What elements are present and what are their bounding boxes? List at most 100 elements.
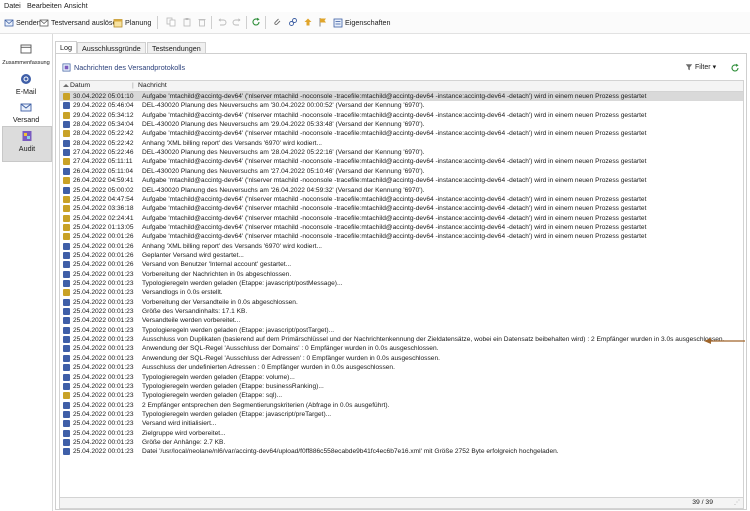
row-date: 28.04.2022 05:22:42 (73, 139, 134, 147)
table-row[interactable]: 29.04.2022 05:46:04 DEL-430020 Planung de… (60, 101, 743, 110)
table-row[interactable]: 25.04.2022 00:01:26 Aufgabe 'mtachild@acc… (60, 232, 743, 241)
info-icon (63, 336, 70, 344)
row-date: 25.04.2022 00:01:26 (73, 242, 134, 250)
table-row[interactable]: 27.04.2022 05:22:46 DEL-430020 Planung de… (60, 148, 743, 157)
row-message: DEL-430020 Planung des Neuversuchs am '2… (142, 149, 425, 157)
row-message: Größe der Anhänge: 2.7 KB. (142, 438, 226, 446)
column-date[interactable]: Datum (70, 82, 90, 89)
redo-icon[interactable] (232, 17, 242, 27)
table-row[interactable]: 25.04.2022 00:01:23 Vorbereitung der Nach… (60, 270, 743, 279)
table-row[interactable]: 25.04.2022 00:01:23 Typologieregeln werde… (60, 410, 743, 419)
attachment-icon[interactable] (272, 17, 282, 27)
info-icon (63, 364, 70, 372)
table-row[interactable]: 25.04.2022 03:36:18 Aufgabe 'mtachild@acc… (60, 204, 743, 213)
table-row[interactable]: 25.04.2022 00:01:23 Zielgruppe wird vorbe… (60, 429, 743, 438)
table-row[interactable]: 28.04.2022 05:22:42 Aufgabe 'mtachild@acc… (60, 129, 743, 138)
link-icon[interactable] (288, 17, 298, 27)
row-message: Aufgabe 'mtachild@accintg-dev64' ('nlser… (142, 233, 647, 241)
log-table: Datum | Nachricht 30.04.2022 05:01:10 Auf… (59, 80, 744, 509)
table-row[interactable]: 25.04.2022 00:01:23 Typologieregeln werde… (60, 279, 743, 288)
filter-button[interactable]: Filter ▾ (685, 63, 716, 71)
info-icon (63, 448, 70, 456)
undo-icon[interactable] (217, 17, 227, 27)
table-row[interactable]: 27.04.2022 05:11:11 Aufgabe 'mtachild@acc… (60, 157, 743, 166)
copy-icon[interactable] (166, 17, 176, 27)
send-button[interactable]: Senden (4, 16, 41, 29)
table-row[interactable]: 25.04.2022 00:01:23 2 Empfänger entsprech… (60, 401, 743, 410)
table-row[interactable]: 25.04.2022 00:01:23 Anwendung der SQL-Reg… (60, 344, 743, 353)
row-counter: 39 / 39 (692, 499, 713, 506)
table-row[interactable]: 25.04.2022 00:01:23 Ausschluss von Duplik… (60, 335, 743, 344)
row-message: Versandteile werden vorbereitet... (142, 317, 241, 325)
table-row[interactable]: 25.04.2022 00:01:23 Ausschluss der undefi… (60, 363, 743, 372)
column-divider: | (132, 82, 134, 89)
status-bar: 39 / 39 ⋰ (60, 497, 743, 508)
table-row[interactable]: 25.04.2022 00:01:23 Typologieregeln werde… (60, 382, 743, 391)
row-message: Vorbereitung der Nachrichten in 0s abges… (142, 270, 292, 278)
row-date: 29.04.2022 05:34:12 (73, 111, 134, 119)
menu-datei[interactable]: Datei (4, 1, 21, 10)
table-row[interactable]: 26.04.2022 04:59:41 Aufgabe 'mtachild@acc… (60, 176, 743, 185)
table-row[interactable]: 30.04.2022 05:01:10 Aufgabe 'mtachild@acc… (60, 92, 743, 101)
table-row[interactable]: 25.04.2022 00:01:23 Versandteile werden v… (60, 316, 743, 325)
resize-grip-icon[interactable]: ⋰ (734, 499, 740, 506)
table-row[interactable]: 25.04.2022 00:01:23 Versandlogs in 0.0s e… (60, 288, 743, 297)
table-row[interactable]: 25.04.2022 00:01:23 Versand wird initiali… (60, 419, 743, 428)
test-send-button[interactable]: Testversand auslösen (39, 16, 121, 29)
table-row[interactable]: 25.04.2022 00:01:23 Größe der Anhänge: 2.… (60, 438, 743, 447)
menu-bar: Datei Bearbeiten Ansicht (0, 0, 750, 11)
row-message: Typologieregeln werden geladen (Etappe: … (142, 392, 283, 400)
column-message[interactable]: Nachricht (138, 82, 167, 89)
info-icon (63, 242, 70, 250)
table-row[interactable]: 25.04.2022 00:01:26 Geplanter Versand wir… (60, 251, 743, 260)
row-message: Anhang 'XML billing report' des Versands… (142, 242, 322, 250)
menu-bearbeiten[interactable]: Bearbeiten (27, 1, 62, 10)
info-icon (63, 121, 70, 129)
table-row[interactable]: 25.04.2022 00:01:23 Vorbereitung der Vers… (60, 298, 743, 307)
sort-icon[interactable] (63, 83, 69, 89)
table-row[interactable]: 25.04.2022 01:13:05 Aufgabe 'mtachild@acc… (60, 223, 743, 232)
sidebar-item-audit[interactable]: Audit (2, 126, 52, 162)
row-message: Anhang 'XML billing report' des Versands… (142, 139, 322, 147)
row-message: Typologieregeln werden geladen (Etappe: … (142, 382, 324, 390)
table-row[interactable]: 25.04.2022 00:01:23 Datei '/usr/local/neo… (60, 447, 743, 456)
delete-icon[interactable] (197, 17, 207, 27)
table-row[interactable]: 25.04.2022 00:01:26 Versand von Benutzer … (60, 260, 743, 269)
row-date: 25.04.2022 05:00:02 (73, 186, 134, 194)
row-date: 28.04.2022 05:22:42 (73, 130, 134, 138)
table-row[interactable]: 28.04.2022 05:22:42 Anhang 'XML billing r… (60, 139, 743, 148)
row-date: 25.04.2022 00:01:23 (73, 326, 134, 334)
table-row[interactable]: 25.04.2022 00:01:23 Typologieregeln werde… (60, 373, 743, 382)
row-date: 25.04.2022 04:47:54 (73, 195, 134, 203)
properties-button[interactable]: Eigenschaften (333, 16, 391, 29)
table-row[interactable]: 25.04.2022 00:01:23 Anwendung der SQL-Reg… (60, 354, 743, 363)
row-date: 25.04.2022 00:01:23 (73, 438, 134, 446)
row-message: Aufgabe 'mtachild@accintg-dev64' ('nlser… (142, 93, 647, 100)
refresh-icon[interactable] (251, 17, 261, 27)
table-row[interactable]: 25.04.2022 00:01:26 Anhang 'XML billing r… (60, 242, 743, 251)
table-row[interactable]: 25.04.2022 02:24:41 Aufgabe 'mtachild@acc… (60, 214, 743, 223)
table-row[interactable]: 26.04.2022 05:11:04 DEL-430020 Planung de… (60, 167, 743, 176)
row-date: 25.04.2022 00:01:23 (73, 280, 134, 287)
table-row[interactable]: 25.04.2022 00:01:23 Typologieregeln werde… (60, 391, 743, 400)
sidebar-item-summary[interactable]: Zusammenfassung (2, 40, 50, 74)
sidebar-item-label: E-Mail (15, 87, 37, 96)
table-row[interactable]: 28.04.2022 05:34:04 DEL-430020 Planung de… (60, 120, 743, 129)
paste-icon[interactable] (182, 17, 192, 27)
table-row[interactable]: 25.04.2022 05:00:02 DEL-430020 Planung de… (60, 186, 743, 195)
table-row[interactable]: 25.04.2022 00:01:23 Typologieregeln werde… (60, 326, 743, 335)
schedule-button[interactable]: Planung (113, 16, 151, 29)
table-row[interactable]: 25.04.2022 00:01:23 Größe des Versandinha… (60, 307, 743, 316)
menu-ansicht[interactable]: Ansicht (64, 1, 88, 10)
row-date: 28.04.2022 05:34:04 (73, 121, 134, 129)
row-date: 25.04.2022 00:01:26 (73, 233, 134, 241)
upload-icon[interactable] (303, 17, 313, 27)
flag-icon[interactable] (318, 17, 328, 27)
info-icon (63, 270, 70, 278)
row-message: Aufgabe 'mtachild@accintg-dev64' ('nlser… (142, 195, 647, 203)
table-row[interactable]: 25.04.2022 04:47:54 Aufgabe 'mtachild@acc… (60, 195, 743, 204)
row-date: 26.04.2022 05:11:04 (73, 167, 134, 175)
info-icon (63, 373, 70, 381)
panel-refresh-icon[interactable] (730, 63, 740, 73)
table-row[interactable]: 29.04.2022 05:34:12 Aufgabe 'mtachild@acc… (60, 111, 743, 120)
